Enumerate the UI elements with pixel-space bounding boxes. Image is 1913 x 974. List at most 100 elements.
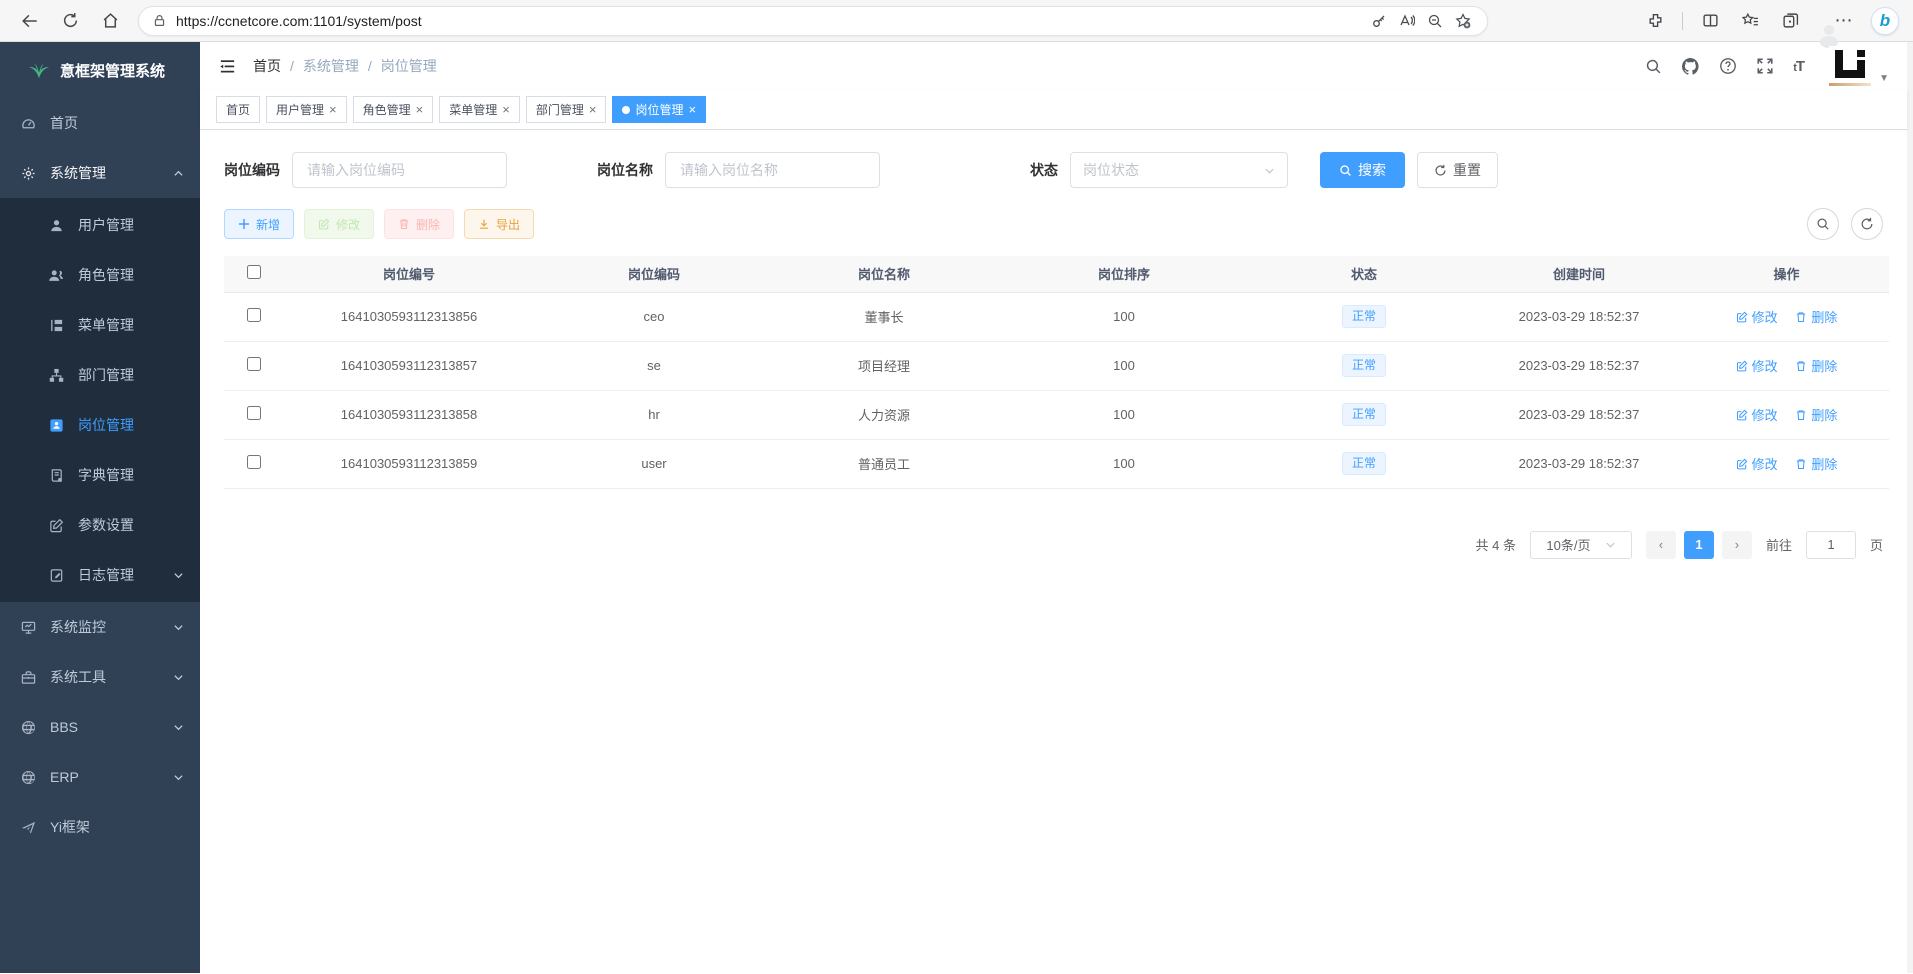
sidebar-item-home[interactable]: 首页	[0, 98, 200, 148]
sidebar-item-erp[interactable]: ERP	[0, 752, 200, 802]
chevron-down-icon	[173, 772, 184, 783]
tab-menu-mgmt[interactable]: 菜单管理×	[439, 96, 520, 123]
hamburger-icon[interactable]	[218, 57, 237, 76]
row-edit-button[interactable]: 修改	[1736, 307, 1778, 326]
select-all-checkbox[interactable]	[247, 265, 261, 279]
search-button[interactable]: 搜索	[1320, 152, 1405, 188]
sidebar-item-user-mgmt[interactable]: 用户管理	[0, 200, 200, 250]
home-icon[interactable]	[94, 5, 126, 37]
app-logo[interactable]: 意框架管理系统	[0, 42, 200, 98]
page-size-select[interactable]: 10条/页	[1530, 531, 1632, 559]
cell-post-id: 1641030593112313859	[284, 439, 534, 488]
sidebar-item-dict-mgmt[interactable]: 字典管理	[0, 450, 200, 500]
font-size-icon[interactable]: tT	[1793, 58, 1804, 75]
page-1-button[interactable]: 1	[1684, 531, 1714, 559]
favorites-icon[interactable]	[1737, 8, 1763, 34]
cell-post-name: 董事长	[774, 292, 994, 341]
export-button-label: 导出	[496, 216, 520, 233]
url-text[interactable]: https://ccnetcore.com:1101/system/post	[176, 13, 1365, 29]
sidebar-item-yi-framework[interactable]: Yi框架	[0, 802, 200, 852]
sidebar-item-menu-mgmt[interactable]: 菜单管理	[0, 300, 200, 350]
zoom-out-icon[interactable]	[1421, 7, 1449, 35]
read-aloud-icon[interactable]	[1393, 7, 1421, 35]
settings-more-icon[interactable]: ⋯	[1831, 8, 1857, 34]
tab-home[interactable]: 首页	[216, 96, 260, 123]
close-icon[interactable]: ×	[416, 103, 424, 116]
table-row[interactable]: 1641030593112313857 se 项目经理 100 正常 2023-…	[224, 341, 1889, 390]
col-created: 创建时间	[1474, 256, 1684, 292]
sidebar-item-role-mgmt[interactable]: 角色管理	[0, 250, 200, 300]
row-checkbox[interactable]	[247, 308, 261, 322]
github-icon[interactable]	[1681, 57, 1700, 76]
collections-icon[interactable]	[1777, 8, 1803, 34]
export-button[interactable]: 导出	[464, 209, 534, 239]
breadcrumb-home[interactable]: 首页	[253, 56, 281, 76]
delete-button[interactable]: 删除	[384, 209, 454, 239]
breadcrumb-current: 岗位管理	[381, 56, 437, 76]
download-icon	[478, 218, 490, 230]
close-icon[interactable]: ×	[589, 103, 597, 116]
show-search-toggle-button[interactable]	[1807, 208, 1839, 240]
breadcrumb-system: 系统管理	[303, 56, 359, 76]
delete-button-label: 删除	[416, 216, 440, 233]
password-key-icon[interactable]	[1365, 7, 1393, 35]
sidebar-item-dept-mgmt[interactable]: 部门管理	[0, 350, 200, 400]
status-badge[interactable]: 正常	[1342, 403, 1386, 425]
close-icon[interactable]: ×	[502, 103, 510, 116]
page-size-value: 10条/页	[1546, 535, 1590, 554]
post-code-input[interactable]	[292, 152, 507, 188]
row-checkbox[interactable]	[247, 357, 261, 371]
row-edit-button[interactable]: 修改	[1736, 454, 1778, 473]
tab-role-mgmt[interactable]: 角色管理×	[353, 96, 434, 123]
reset-button[interactable]: 重置	[1417, 152, 1498, 188]
row-delete-button[interactable]: 删除	[1795, 356, 1837, 375]
help-icon[interactable]	[1719, 57, 1737, 75]
refresh-icon[interactable]	[54, 5, 86, 37]
close-icon[interactable]: ×	[688, 103, 696, 116]
row-delete-button[interactable]: 删除	[1795, 307, 1837, 326]
refresh-table-button[interactable]	[1851, 208, 1883, 240]
fullscreen-icon[interactable]	[1756, 57, 1774, 75]
row-edit-button[interactable]: 修改	[1736, 356, 1778, 375]
sidebar-item-log-mgmt[interactable]: 日志管理	[0, 550, 200, 600]
row-delete-button[interactable]: 删除	[1795, 454, 1837, 473]
status-badge[interactable]: 正常	[1342, 305, 1386, 327]
back-icon[interactable]	[14, 5, 46, 37]
sidebar-item-tools[interactable]: 系统工具	[0, 652, 200, 702]
split-screen-icon[interactable]	[1697, 8, 1723, 34]
post-name-input[interactable]	[665, 152, 880, 188]
user-avatar-menu[interactable]: ▼	[1829, 46, 1889, 86]
tab-post-mgmt[interactable]: 岗位管理×	[612, 96, 706, 123]
row-checkbox[interactable]	[247, 406, 261, 420]
extensions-icon[interactable]	[1642, 8, 1668, 34]
bing-chat-icon[interactable]: b	[1871, 7, 1899, 35]
goto-page-input[interactable]	[1806, 531, 1856, 559]
status-select[interactable]: 岗位状态	[1070, 152, 1288, 188]
sidebar-item-monitor[interactable]: 系统监控	[0, 602, 200, 652]
sidebar-item-post-mgmt[interactable]: 岗位管理	[0, 400, 200, 450]
row-delete-button[interactable]: 删除	[1795, 405, 1837, 424]
trash-icon	[1795, 458, 1807, 470]
sidebar-item-system-mgmt[interactable]: 系统管理	[0, 148, 200, 198]
add-button[interactable]: 新增	[224, 209, 294, 239]
row-checkbox[interactable]	[247, 455, 261, 469]
edit-button[interactable]: 修改	[304, 209, 374, 239]
sidebar-item-bbs[interactable]: BBS	[0, 702, 200, 752]
table-row[interactable]: 1641030593112313856 ceo 董事长 100 正常 2023-…	[224, 292, 1889, 341]
tab-user-mgmt[interactable]: 用户管理×	[266, 96, 347, 123]
address-bar[interactable]: https://ccnetcore.com:1101/system/post	[138, 6, 1488, 36]
row-edit-button[interactable]: 修改	[1736, 405, 1778, 424]
sidebar-item-param-settings[interactable]: 参数设置	[0, 500, 200, 550]
table-row[interactable]: 1641030593112313858 hr 人力资源 100 正常 2023-…	[224, 390, 1889, 439]
goto-unit: 页	[1870, 535, 1883, 554]
status-badge[interactable]: 正常	[1342, 354, 1386, 376]
add-favorite-icon[interactable]	[1449, 7, 1477, 35]
close-icon[interactable]: ×	[329, 103, 337, 116]
tab-dept-mgmt[interactable]: 部门管理×	[526, 96, 607, 123]
header-search-icon[interactable]	[1645, 58, 1662, 75]
status-badge[interactable]: 正常	[1342, 452, 1386, 474]
sidebar-item-label: 系统监控	[50, 617, 106, 637]
next-page-button[interactable]: ›	[1722, 531, 1752, 559]
table-row[interactable]: 1641030593112313859 user 普通员工 100 正常 202…	[224, 439, 1889, 488]
prev-page-button[interactable]: ‹	[1646, 531, 1676, 559]
